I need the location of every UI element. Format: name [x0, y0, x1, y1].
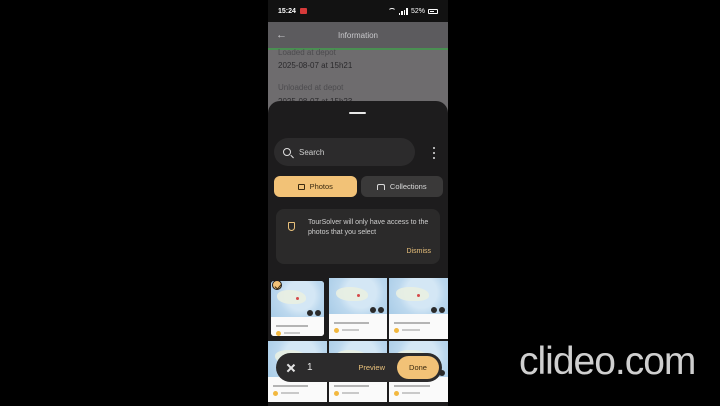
more-options-icon[interactable] [430, 147, 438, 159]
status-bar: 15:24 52% [268, 0, 448, 22]
done-button[interactable]: Done [397, 356, 439, 379]
field-loaded: Loaded at depot 2025-08-07 at 15h21 [268, 47, 448, 72]
search-placeholder: Search [299, 147, 325, 157]
battery-icon [428, 8, 438, 14]
status-time: 15:24 [278, 7, 296, 15]
picker-tabs: Photos Collections [274, 176, 443, 197]
watermark-logo: clideo.com [519, 340, 696, 383]
selected-count: 1 [307, 362, 313, 373]
selection-action-bar: 1 Preview Done [276, 353, 442, 382]
preview-button[interactable]: Preview [358, 363, 385, 372]
dismiss-button[interactable]: Dismiss [407, 248, 432, 255]
field-label: Unloaded at depot [278, 83, 344, 92]
app-header: ← Information [268, 22, 448, 48]
selected-check-icon [272, 280, 282, 290]
tab-photos[interactable]: Photos [274, 176, 357, 197]
search-input[interactable]: Search [274, 138, 415, 166]
search-icon [283, 148, 291, 156]
status-icons: 52% [387, 7, 438, 15]
battery-label: 52% [410, 7, 425, 15]
back-arrow-icon[interactable]: ← [276, 29, 292, 41]
wifi-icon [387, 7, 396, 15]
signal-icon [398, 7, 408, 15]
recording-icon [299, 8, 307, 14]
notice-text: TourSolver will only have access to the … [308, 219, 429, 236]
shield-icon [288, 222, 295, 231]
page-title: Information [337, 30, 379, 40]
collections-icon [376, 183, 385, 190]
tab-label: Photos [309, 182, 333, 191]
image-icon [297, 183, 305, 190]
tab-collections[interactable]: Collections [360, 176, 443, 197]
photo-thumbnail[interactable] [389, 278, 448, 339]
drag-handle[interactable] [349, 112, 366, 114]
photo-thumbnail[interactable] [328, 278, 388, 339]
field-value: 2025-08-07 at 15h21 [278, 61, 353, 70]
access-notice: TourSolver will only have access to the … [276, 209, 440, 264]
photo-grid [268, 278, 448, 406]
close-icon[interactable] [286, 363, 296, 373]
field-label: Loaded at depot [278, 48, 336, 57]
tab-label: Collections [389, 182, 427, 191]
phone-screen: 15:24 52% ← Information Loaded at depot … [268, 0, 448, 406]
